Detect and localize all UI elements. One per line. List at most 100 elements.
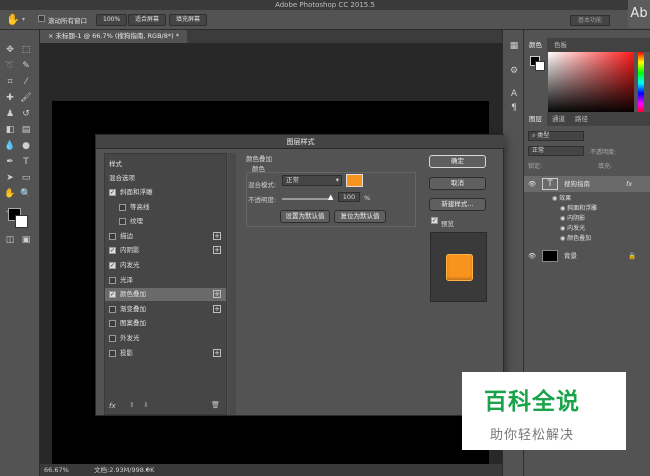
eye-icon[interactable]: 👁 <box>528 248 536 264</box>
gradient-tool-icon[interactable]: ▤ <box>20 124 32 136</box>
style-item-checkbox[interactable] <box>109 305 116 313</box>
style-item-checkbox[interactable] <box>109 335 116 342</box>
set-default-button[interactable]: 设置为默认值 <box>280 210 330 223</box>
path-select-tool-icon[interactable]: ➤ <box>4 172 16 184</box>
style-item-checkbox[interactable] <box>109 276 116 284</box>
character-panel-icon[interactable]: A <box>508 88 520 100</box>
reset-default-button[interactable]: 复位为默认值 <box>334 210 386 223</box>
stamp-tool-icon[interactable]: ♟ <box>4 108 16 120</box>
style-item-checkbox[interactable]: ✓ <box>109 262 116 269</box>
tab-swatches[interactable]: 色板 <box>549 38 572 52</box>
shape-tool-icon[interactable]: ▭ <box>20 172 32 184</box>
style-item[interactable]: 图案叠加 <box>105 317 226 330</box>
move-down-icon[interactable]: ⬇ <box>143 401 149 409</box>
style-item-checkbox[interactable] <box>119 218 126 226</box>
effect-row[interactable]: ◉ 内阴影 <box>560 214 585 224</box>
style-item[interactable]: 等高线 <box>105 201 226 214</box>
lasso-tool-icon[interactable]: ➰ <box>4 60 16 72</box>
style-item[interactable]: ✓ 内阴影 + <box>105 244 226 257</box>
properties-panel-icon[interactable]: ⚙ <box>508 65 520 77</box>
fit-screen-button[interactable]: 适合屏幕 <box>128 14 167 26</box>
effect-row[interactable]: ◉ 内发光 <box>560 224 585 234</box>
pen-tool-icon[interactable]: ✒ <box>4 156 16 168</box>
background-color-swatch[interactable] <box>15 215 28 228</box>
screen-mode-icon[interactable]: ▣ <box>20 234 32 246</box>
layer-name[interactable]: 背景 <box>564 248 577 264</box>
style-item[interactable]: 外发光 <box>105 332 226 345</box>
move-tool-icon[interactable]: ✥ <box>4 44 16 56</box>
style-item[interactable]: ✓ 斜面和浮雕 <box>105 186 226 199</box>
add-effect-icon[interactable]: + <box>213 304 221 313</box>
eyedropper-tool-icon[interactable]: ⁄ <box>20 76 32 88</box>
style-item-checkbox[interactable] <box>119 203 126 211</box>
opacity-slider-handle-icon[interactable]: ▲ <box>328 193 333 201</box>
add-effect-icon[interactable]: + <box>213 290 221 299</box>
quick-mask-icon[interactable]: ◫ <box>4 234 16 246</box>
layer-filter-select[interactable]: ⌕ 类型 <box>528 131 584 141</box>
style-item[interactable]: ✓ 内发光 <box>105 259 226 272</box>
zoom-tool-icon[interactable]: 🔍 <box>20 188 32 200</box>
style-item-checkbox[interactable] <box>109 232 116 240</box>
eye-icon[interactable]: 👁 <box>528 176 536 192</box>
tool-preset-chevron-icon[interactable]: ▾ <box>22 16 25 23</box>
history-brush-tool-icon[interactable]: ↺ <box>20 108 32 120</box>
style-item-checkbox[interactable]: ✓ <box>109 189 116 196</box>
styles-scrollbar[interactable] <box>228 153 236 415</box>
hand-tool-icon[interactable]: ✋ <box>4 188 16 200</box>
blur-tool-icon[interactable]: 💧 <box>4 140 16 152</box>
marquee-tool-icon[interactable]: ⬚ <box>20 44 32 56</box>
document-close-icon[interactable]: × <box>48 32 56 40</box>
layer-name[interactable]: 搜狗指南 <box>564 176 590 192</box>
scroll-all-checkbox[interactable] <box>38 15 45 22</box>
blend-mode-select[interactable]: 正常 ▾ <box>282 175 342 186</box>
crop-tool-icon[interactable]: ⌗ <box>4 76 16 88</box>
history-panel-icon[interactable]: ▦ <box>508 40 520 52</box>
effect-row[interactable]: ◉ 斜面和浮雕 <box>560 204 597 214</box>
effect-row[interactable]: ◉ 颜色叠加 <box>560 234 591 244</box>
preview-checkbox[interactable]: ✓ <box>431 217 438 224</box>
zoom-level[interactable]: 66.67% <box>44 464 69 476</box>
style-item-checkbox[interactable]: ✓ <box>109 291 116 299</box>
trash-icon[interactable]: 🗑 <box>211 401 220 409</box>
dodge-tool-icon[interactable]: ● <box>20 140 32 152</box>
layer-row-background[interactable]: 👁 背景 🔒 <box>524 248 650 264</box>
style-item[interactable]: 描边 + <box>105 230 226 243</box>
eraser-tool-icon[interactable]: ◧ <box>4 124 16 136</box>
style-item[interactable]: 纹理 <box>105 215 226 228</box>
add-effect-icon[interactable]: + <box>213 348 221 357</box>
opacity-slider[interactable] <box>282 198 332 200</box>
style-item[interactable]: 光泽 <box>105 274 226 287</box>
layer-blend-mode-select[interactable]: 正常 <box>528 146 584 156</box>
cancel-button[interactable]: 取消 <box>429 177 486 190</box>
style-item-checkbox[interactable]: ✓ <box>109 247 116 255</box>
paragraph-panel-icon[interactable]: ¶ <box>508 102 520 114</box>
opacity-input[interactable]: 100 <box>338 192 360 202</box>
fx-menu-icon[interactable]: fx <box>109 402 116 410</box>
tab-layers[interactable]: 图层 <box>524 112 547 126</box>
add-effect-icon[interactable]: + <box>213 231 221 240</box>
new-style-button[interactable]: 新建样式... <box>429 198 486 211</box>
tab-channels[interactable]: 通道 <box>547 112 570 126</box>
style-item[interactable]: ✓ 颜色叠加 + <box>105 288 226 302</box>
type-tool-icon[interactable]: T <box>20 156 32 168</box>
style-item-checkbox[interactable] <box>109 349 116 357</box>
style-item-checkbox[interactable] <box>109 320 116 328</box>
healing-tool-icon[interactable]: ✚ <box>4 92 16 104</box>
layer-row-text[interactable]: 👁 T 搜狗指南 fx <box>524 176 650 192</box>
document-tab[interactable]: × 未标题-1 @ 66.7% (搜狗指南, RGB/8*) * <box>40 30 187 43</box>
style-item[interactable]: 投影 + <box>105 347 226 360</box>
color-bg-swatch[interactable] <box>535 61 545 71</box>
brush-tool-icon[interactable]: 🖌 <box>20 92 32 104</box>
tab-color[interactable]: 颜色 <box>524 38 547 52</box>
status-menu-arrow-icon[interactable]: ▸ <box>146 464 149 476</box>
layer-fx-icon[interactable]: fx <box>626 176 632 192</box>
overlay-color-swatch[interactable] <box>346 174 363 187</box>
hue-slider[interactable] <box>638 52 644 114</box>
hand-tool-icon[interactable]: ✋ <box>6 13 20 26</box>
move-up-icon[interactable]: ⬆ <box>129 401 135 409</box>
blend-options-item[interactable]: 混合选项 <box>105 172 226 185</box>
ok-button[interactable]: 确定 <box>429 155 486 168</box>
color-spectrum[interactable] <box>548 52 634 114</box>
zoom-100-button[interactable]: 100% <box>96 14 128 26</box>
workspace-switcher[interactable]: 基本功能 <box>570 15 610 26</box>
